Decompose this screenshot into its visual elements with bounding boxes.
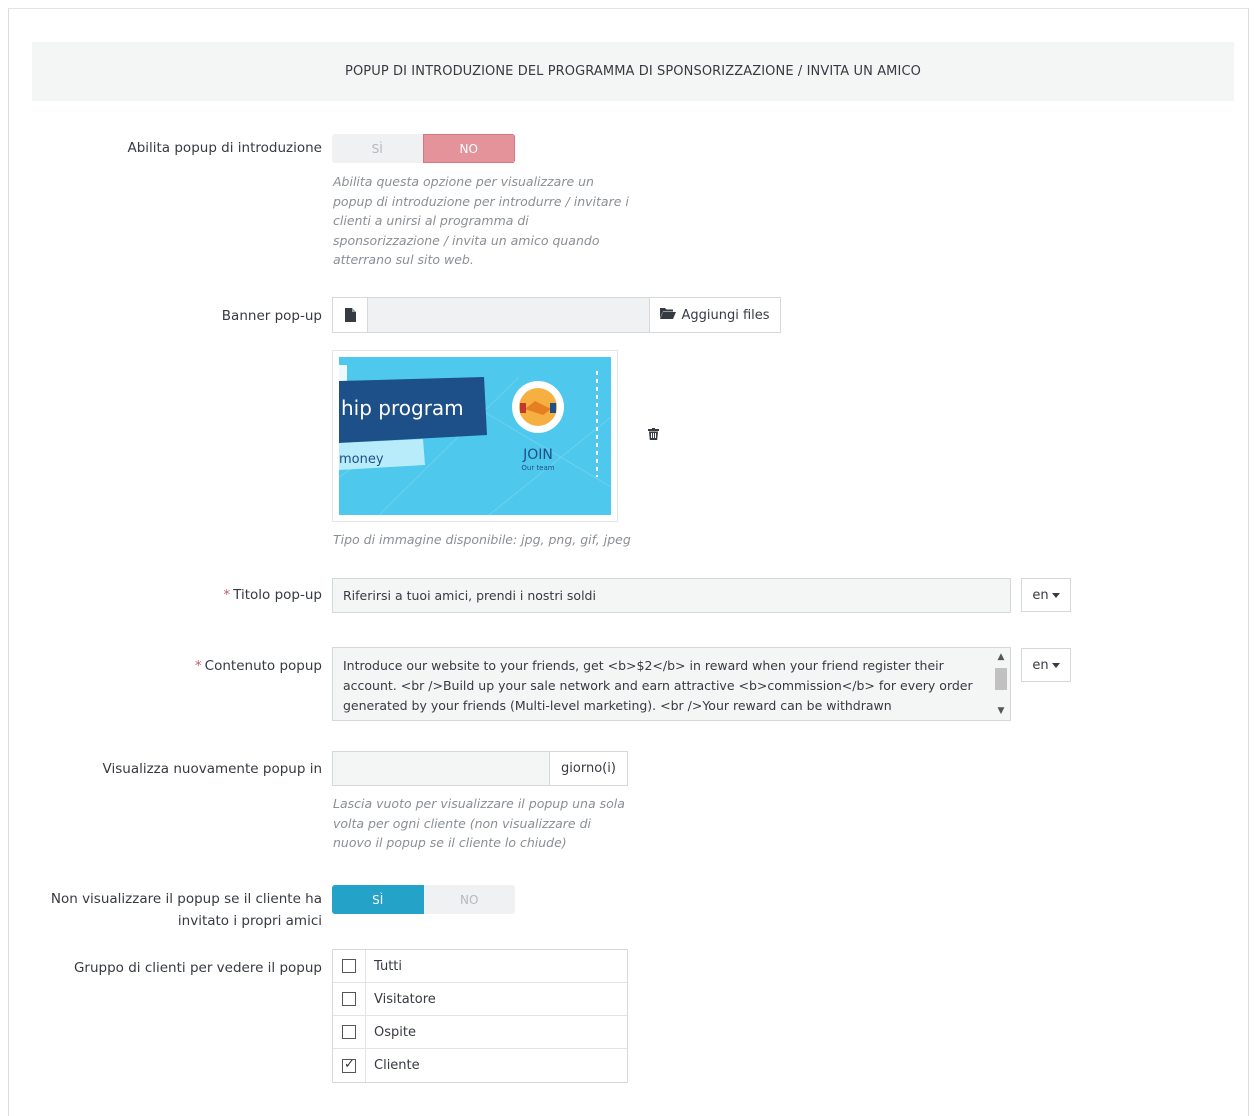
enable-popup-no[interactable]: NO — [422, 134, 515, 163]
textarea-scrollbar[interactable]: ▲ ▼ — [992, 648, 1010, 720]
folder-open-icon — [660, 307, 677, 323]
banner-thumbnail: hip program money JOIN Our team — [332, 350, 618, 522]
title-lang-label: en — [1032, 587, 1049, 603]
hide-if-invited-label: Non visualizzare il popup se il cliente … — [20, 888, 322, 932]
banner-help: Tipo di immagine disponibile: jpg, png, … — [333, 532, 631, 547]
group-name: Ospite — [374, 1024, 416, 1040]
title-label-text: Titolo pop-up — [233, 587, 322, 603]
caret-down-icon — [1051, 662, 1060, 668]
hide-if-invited-label-line2: invitato i propri amici — [177, 913, 322, 929]
checkbox-cliente[interactable] — [342, 1057, 356, 1073]
checkbox-ospite[interactable] — [342, 1025, 356, 1039]
banner-image: hip program money JOIN Our team — [339, 357, 611, 515]
content-lang-select[interactable]: en — [1021, 648, 1071, 682]
redisplay-input-group: giorno(i) — [332, 751, 628, 786]
banner-file-input[interactable]: Aggiungi files — [332, 297, 781, 333]
customer-groups-table: Tutti Visitatore Ospite Cliente — [332, 949, 628, 1083]
banner-team: Our team — [521, 464, 554, 472]
hide-if-invited-toggle[interactable]: SÌ NO — [332, 885, 515, 914]
enable-popup-yes[interactable]: SÌ — [332, 134, 423, 163]
enable-popup-help: Abilita questa opzione per visualizzare … — [333, 174, 629, 267]
title-value: Riferirsi a tuoi amici, prendi i nostri … — [343, 588, 596, 603]
group-name: Cliente — [374, 1058, 420, 1073]
enable-popup-toggle[interactable]: SÌ NO — [332, 134, 515, 163]
title-label: * Titolo pop-up — [60, 584, 322, 606]
table-row[interactable]: Ospite — [333, 1016, 627, 1049]
banner-subline: money — [339, 452, 384, 467]
redisplay-label: Visualizza nuovamente popup in — [102, 761, 322, 777]
required-mark: * — [223, 587, 231, 603]
checkbox-tutti[interactable] — [342, 959, 356, 973]
scroll-thumb[interactable] — [995, 668, 1007, 690]
file-icon — [333, 298, 368, 332]
banner-join: JOIN — [522, 447, 553, 463]
hide-if-invited-label-line1: Non visualizzare il popup se il cliente … — [50, 891, 322, 907]
hide-if-invited-yes[interactable]: SÌ — [332, 885, 424, 914]
section-title: POPUP DI INTRODUZIONE DEL PROGRAMMA DI S… — [345, 64, 921, 79]
group-name: Visitatore — [374, 991, 436, 1007]
group-name: Tutti — [374, 958, 403, 974]
days-addon: giorno(i) — [549, 752, 627, 785]
trash-icon[interactable] — [648, 428, 659, 444]
content-label: * Contenuto popup — [60, 655, 322, 677]
customer-groups-label: Gruppo di clienti per vedere il popup — [73, 960, 322, 976]
add-files-label: Aggiungi files — [681, 307, 770, 323]
banner-headline: hip program — [341, 396, 464, 420]
enable-popup-label: Abilita popup di introduzione — [127, 140, 322, 156]
checkbox-visitatore[interactable] — [342, 992, 356, 1006]
section-header: POPUP DI INTRODUZIONE DEL PROGRAMMA DI S… — [32, 42, 1234, 101]
content-value: Introduce our website to your friends, g… — [343, 658, 973, 713]
redisplay-days-input[interactable] — [333, 752, 549, 785]
content-textarea[interactable]: Introduce our website to your friends, g… — [332, 647, 1011, 721]
hide-if-invited-no[interactable]: NO — [424, 885, 516, 914]
caret-down-icon — [1051, 592, 1060, 598]
table-row[interactable]: Tutti — [333, 950, 627, 983]
content-lang-label: en — [1032, 657, 1049, 673]
table-row[interactable]: Cliente — [333, 1049, 627, 1082]
add-files-button[interactable]: Aggiungi files — [649, 298, 780, 332]
redisplay-help: Lascia vuoto per visualizzare il popup u… — [333, 796, 625, 850]
banner-label: Banner pop-up — [221, 308, 322, 324]
scroll-up-icon[interactable]: ▲ — [996, 652, 1006, 662]
banner-file-name[interactable] — [368, 298, 649, 332]
content-label-text: Contenuto popup — [204, 658, 322, 674]
title-lang-select[interactable]: en — [1021, 578, 1071, 612]
required-mark: * — [194, 658, 202, 674]
title-input[interactable]: Riferirsi a tuoi amici, prendi i nostri … — [332, 578, 1011, 613]
table-row[interactable]: Visitatore — [333, 983, 627, 1016]
scroll-down-icon[interactable]: ▼ — [996, 706, 1006, 716]
